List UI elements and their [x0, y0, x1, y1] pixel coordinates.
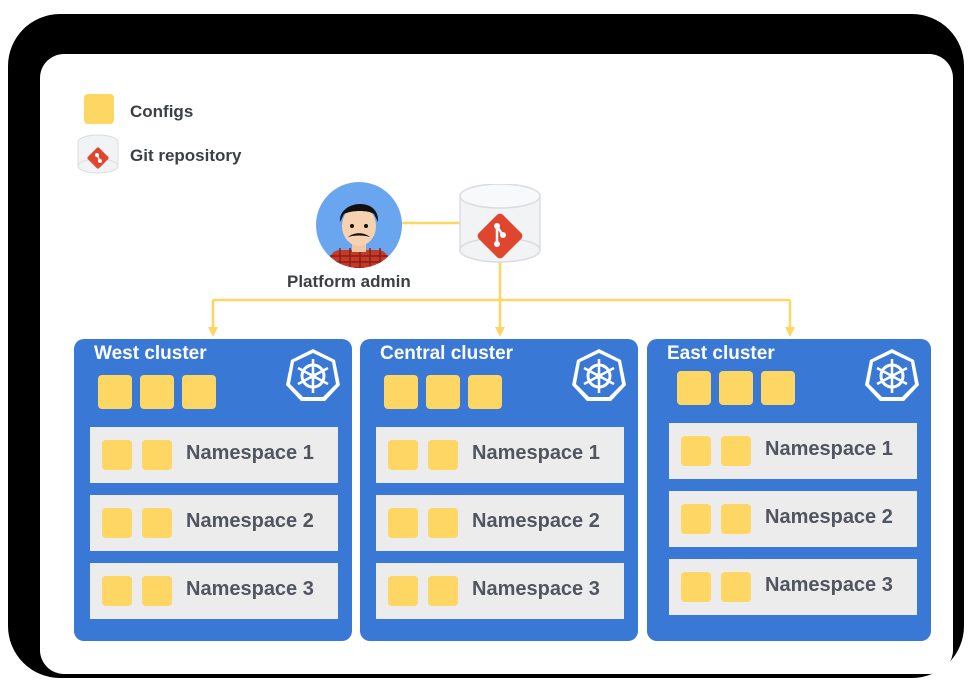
cluster-config — [719, 371, 753, 405]
namespace-label: Namespace 3 — [186, 578, 314, 600]
namespace-label: Namespace 1 — [765, 438, 893, 460]
namespace-config — [428, 440, 458, 470]
cluster-central: Central cluster Namespace 1 Namespace 2 — [360, 339, 638, 641]
cluster-config — [426, 375, 460, 409]
cluster-config — [140, 375, 174, 409]
namespace-1: Namespace 1 — [669, 423, 917, 479]
namespace-config — [721, 572, 751, 602]
cluster-config — [677, 371, 711, 405]
namespace-label: Namespace 3 — [765, 574, 893, 596]
cluster-config — [98, 375, 132, 409]
kubernetes-icon — [286, 349, 340, 401]
cluster-west: West cluster Namespace 1 Namespace 2 Nam… — [74, 339, 352, 641]
namespace-config — [142, 508, 172, 538]
platform-admin-label: Platform admin — [287, 272, 411, 291]
cluster-east: East cluster Namespace 1 Namespace 2 Nam… — [647, 339, 931, 641]
namespace-config — [102, 508, 132, 538]
cluster-title: West cluster — [94, 343, 207, 364]
namespace-3: Namespace 3 — [669, 559, 917, 615]
namespace-label: Namespace 1 — [472, 442, 600, 464]
namespace-label: Namespace 2 — [472, 510, 600, 532]
namespace-config — [388, 576, 418, 606]
namespace-2: Namespace 2 — [376, 495, 624, 551]
namespace-config — [142, 440, 172, 470]
person-avatar-icon — [316, 182, 402, 268]
device-frame: Configs Git repository Platform admin We… — [8, 14, 964, 678]
git-repository-icon — [77, 134, 119, 174]
namespace-label: Namespace 3 — [472, 578, 600, 600]
legend-git-label: Git repository — [130, 146, 242, 165]
namespace-2: Namespace 2 — [669, 491, 917, 547]
legend-configs-label: Configs — [130, 102, 194, 121]
cluster-config — [468, 375, 502, 409]
kubernetes-icon — [865, 349, 919, 401]
namespace-config — [102, 440, 132, 470]
namespace-config — [681, 436, 711, 466]
cluster-title: East cluster — [667, 343, 775, 364]
namespace-label: Namespace 2 — [186, 510, 314, 532]
namespace-config — [681, 572, 711, 602]
namespace-config — [142, 576, 172, 606]
namespace-1: Namespace 1 — [90, 427, 338, 483]
kubernetes-icon — [572, 349, 626, 401]
git-repository-icon — [459, 184, 541, 263]
namespace-config — [428, 576, 458, 606]
namespace-config — [102, 576, 132, 606]
namespace-label: Namespace 2 — [765, 506, 893, 528]
config-legend-swatch — [84, 94, 114, 124]
namespace-config — [721, 436, 751, 466]
cluster-config — [182, 375, 216, 409]
namespace-config — [388, 440, 418, 470]
namespace-config — [388, 508, 418, 538]
cluster-title: Central cluster — [380, 343, 514, 364]
namespace-label: Namespace 1 — [186, 442, 314, 464]
namespace-2: Namespace 2 — [90, 495, 338, 551]
cluster-config — [761, 371, 795, 405]
namespace-config — [721, 504, 751, 534]
cluster-config — [384, 375, 418, 409]
namespace-1: Namespace 1 — [376, 427, 624, 483]
namespace-config — [681, 504, 711, 534]
namespace-config — [428, 508, 458, 538]
namespace-3: Namespace 3 — [90, 563, 338, 619]
namespace-3: Namespace 3 — [376, 563, 624, 619]
diagram-canvas: Configs Git repository Platform admin We… — [40, 54, 953, 674]
